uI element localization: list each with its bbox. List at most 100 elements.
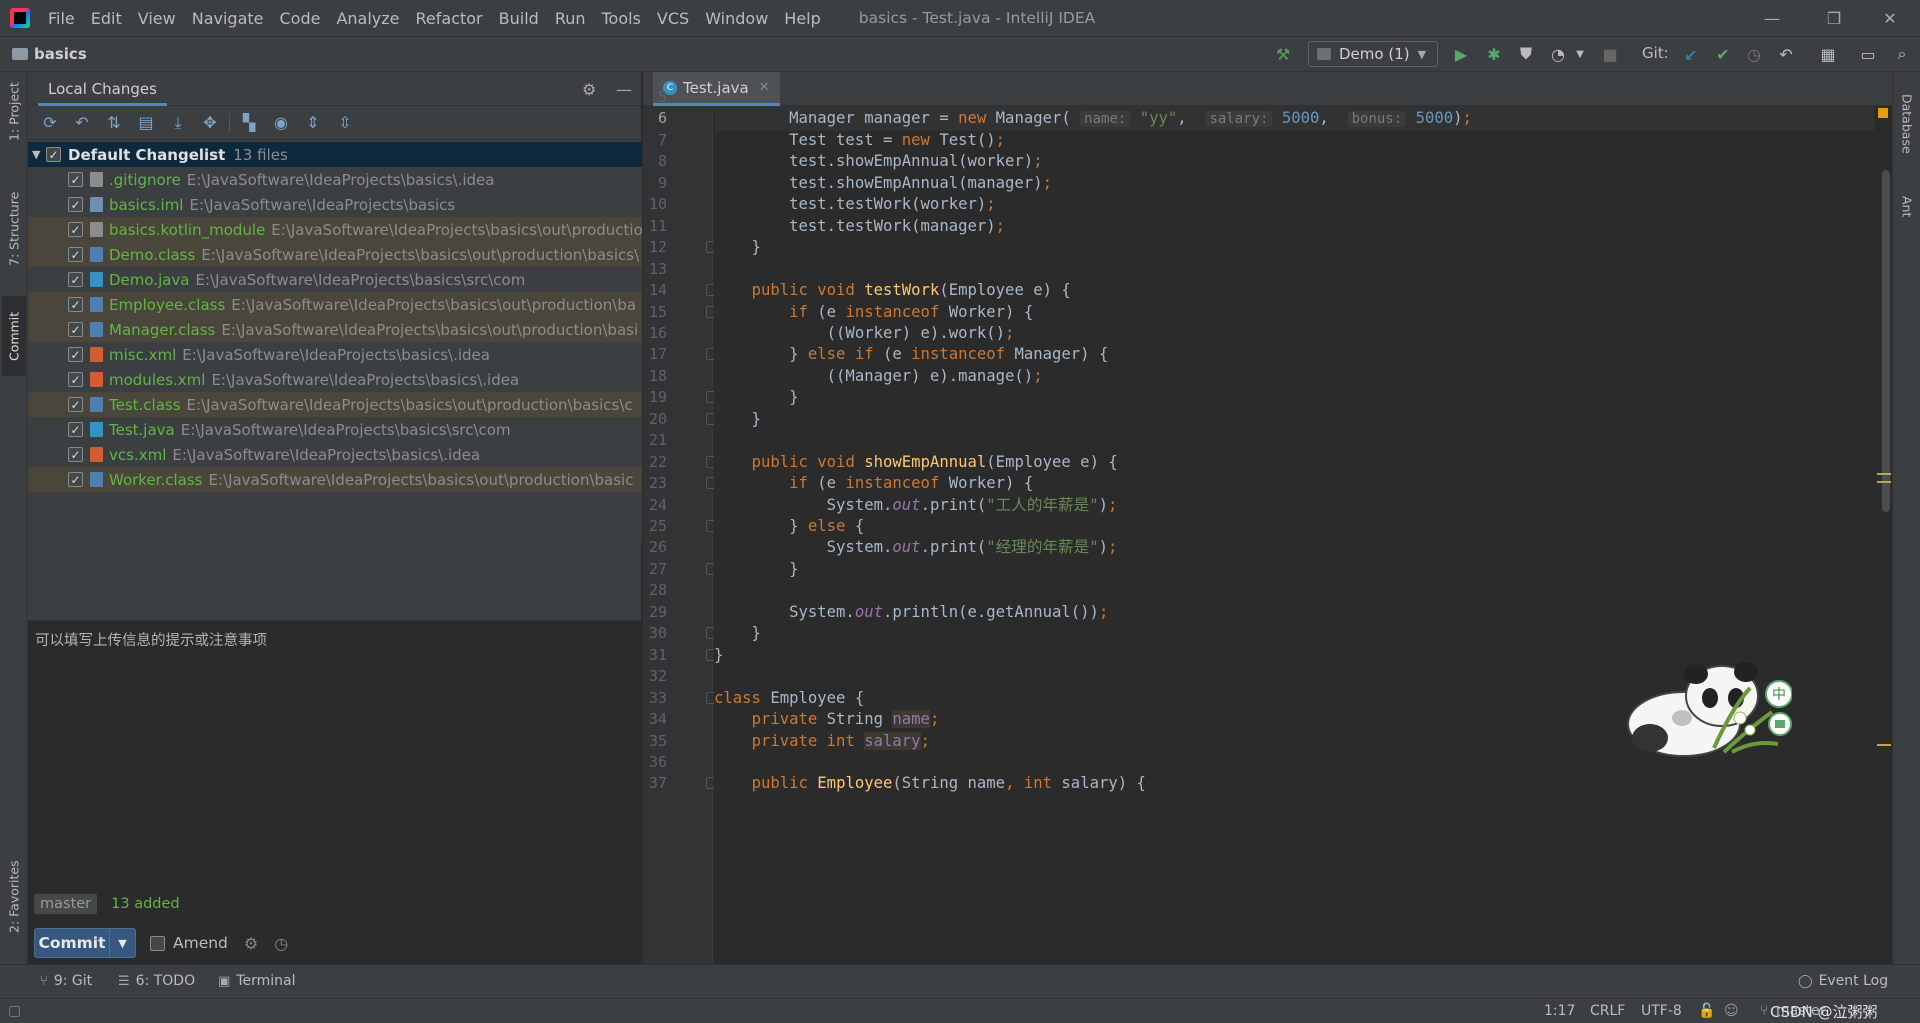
menu-view[interactable]: View [130,9,184,28]
run-configuration-select[interactable]: Demo (1) ▼ [1308,41,1438,67]
stop-icon[interactable]: ■ [1600,44,1620,64]
warning-marker[interactable] [1877,473,1891,475]
collapse-all-icon[interactable]: ⇳ [329,109,361,137]
git-rollback-icon[interactable]: ↶ [1776,44,1796,64]
search-icon[interactable]: ⌕ [1892,44,1912,64]
tab-commit[interactable]: Commit [2,296,26,376]
menu-navigate[interactable]: Navigate [184,9,272,28]
menu-run[interactable]: Run [547,9,594,28]
tab-terminal[interactable]: ▣ Terminal [218,973,295,989]
tab-event-log[interactable]: ◯ Event Log [1798,973,1888,989]
menu-tools[interactable]: Tools [594,9,649,28]
menu-vcs[interactable]: VCS [649,9,697,28]
tab-todo[interactable]: ☰ 6: TODO [118,973,195,989]
file-checkbox[interactable] [68,172,83,187]
tab-database[interactable]: Database [1895,84,1919,164]
group-by-icon[interactable]: ▚ [233,109,265,137]
tab-favorites[interactable]: 2: Favorites [2,852,26,942]
file-checkbox[interactable] [68,297,83,312]
commit-message-field[interactable]: 可以填写上传信息的提示或注意事项 [28,620,642,966]
minimize-icon[interactable]: — [1744,0,1800,36]
code-line[interactable]: System.out.println(e.getAnnual()); [714,599,1108,625]
file-checkbox[interactable] [68,472,83,487]
code-line[interactable]: } [714,406,761,432]
changelist-checkbox[interactable] [46,147,61,162]
menu-window[interactable]: Window [697,9,776,28]
file-encoding[interactable]: UTF-8 [1641,1003,1682,1019]
run-icon[interactable]: ▶ [1451,44,1471,64]
view-options-icon[interactable]: ◉ [265,109,297,137]
inspection-status-icon[interactable] [1878,108,1888,118]
changed-file-row[interactable]: misc.xml E:\JavaSoftware\IdeaProjects\bas… [28,342,642,367]
menu-file[interactable]: File [40,9,83,28]
changed-file-row[interactable]: Demo.java E:\JavaSoftware\IdeaProjects\ba… [28,267,642,292]
file-checkbox[interactable] [68,422,83,437]
file-checkbox[interactable] [68,322,83,337]
expand-all-icon[interactable]: ⇕ [297,109,329,137]
project-structure-icon[interactable]: ▦ [1818,44,1838,64]
line-separator[interactable]: CRLF [1590,1003,1625,1019]
tab-local-changes[interactable]: Local Changes [38,72,167,106]
tab-ant[interactable]: Ant [1895,182,1919,232]
lock-icon[interactable]: 🔓 [1698,1003,1715,1019]
editor-vertical-scrollbar[interactable] [1882,170,1890,512]
file-checkbox[interactable] [68,197,83,212]
file-checkbox[interactable] [68,347,83,362]
tab-structure[interactable]: 7: Structure [2,184,26,274]
menu-refactor[interactable]: Refactor [408,9,491,28]
changelist-row[interactable]: ▼ Default Changelist 13 files [28,142,642,167]
menu-help[interactable]: Help [776,9,828,28]
shelve-icon[interactable]: ⤓ [162,109,194,137]
tab-test-java[interactable]: C Test.java ✕ [653,72,780,106]
file-checkbox[interactable] [68,397,83,412]
changed-file-row[interactable]: modules.xml E:\JavaSoftware\IdeaProjects\… [28,367,642,392]
menu-build[interactable]: Build [491,9,547,28]
profile-icon[interactable]: ◔ [1548,44,1568,64]
move-to-changelist-icon[interactable]: ✥ [194,109,226,137]
expand-arrow-icon[interactable]: ▼ [32,148,46,161]
git-update-icon[interactable]: ↙ [1681,44,1701,64]
changed-file-row[interactable]: Worker.class E:\JavaSoftware\IdeaProjects… [28,467,642,492]
code-line[interactable]: public Employee(String name, int salary)… [714,770,1146,796]
gear-icon[interactable]: ⚙ [582,80,596,99]
menu-edit[interactable]: Edit [83,9,130,28]
debug-icon[interactable]: ✱ [1484,44,1504,64]
changed-file-row[interactable]: Test.class E:\JavaSoftware\IdeaProjects\b… [28,392,642,417]
show-diff-icon[interactable]: ▤ [130,109,162,137]
amend-checkbox-box[interactable] [150,935,165,951]
file-checkbox[interactable] [68,247,83,262]
changed-file-row[interactable]: basics.kotlin_module E:\JavaSoftware\Idea… [28,217,642,242]
code-line[interactable]: } [714,642,723,668]
build-hammer-icon[interactable]: ⚒ [1273,44,1293,64]
hide-panel-icon[interactable]: — [616,80,632,99]
rollback-icon[interactable]: ↶ [66,109,98,137]
restore-icon[interactable]: ❐ [1806,0,1862,36]
git-branch-status-icon[interactable]: ⑂ [1760,1003,1768,1019]
layout-icon[interactable]: ▭ [1858,44,1878,64]
close-icon[interactable]: ✕ [1862,0,1918,36]
changed-file-row[interactable]: Manager.class E:\JavaSoftware\IdeaProject… [28,317,642,342]
refresh-icon[interactable]: ⟳ [34,109,66,137]
warning-marker[interactable] [1877,481,1891,483]
caret-position[interactable]: 1:17 [1544,1003,1575,1019]
git-commit-icon[interactable]: ✔ [1713,44,1733,64]
close-tab-icon[interactable]: ✕ [759,80,770,95]
panel-toggle-icon[interactable]: ▢ [8,1003,21,1019]
breadcrumb-project[interactable]: basics [34,45,87,63]
warning-marker[interactable] [1877,744,1891,746]
changed-file-row[interactable]: basics.iml E:\JavaSoftware\IdeaProjects\b… [28,192,642,217]
profile-dropdown-icon[interactable]: ▼ [1570,44,1590,64]
changed-file-row[interactable]: .gitignore E:\JavaSoftware\IdeaProjects\b… [28,167,642,192]
file-checkbox[interactable] [68,272,83,287]
commit-history-icon[interactable]: ◷ [274,934,288,953]
changed-file-row[interactable]: vcs.xml E:\JavaSoftware\IdeaProjects\basi… [28,442,642,467]
code-line[interactable]: } [714,556,798,582]
inspector-icon[interactable]: ☺ [1724,1003,1739,1019]
coverage-icon[interactable]: ⛊ [1516,44,1536,64]
tab-project[interactable]: 1: Project [2,76,26,148]
file-checkbox[interactable] [68,447,83,462]
file-checkbox[interactable] [68,222,83,237]
menu-analyze[interactable]: Analyze [328,9,407,28]
update-project-icon[interactable]: ⇅ [98,109,130,137]
menu-code[interactable]: Code [272,9,329,28]
